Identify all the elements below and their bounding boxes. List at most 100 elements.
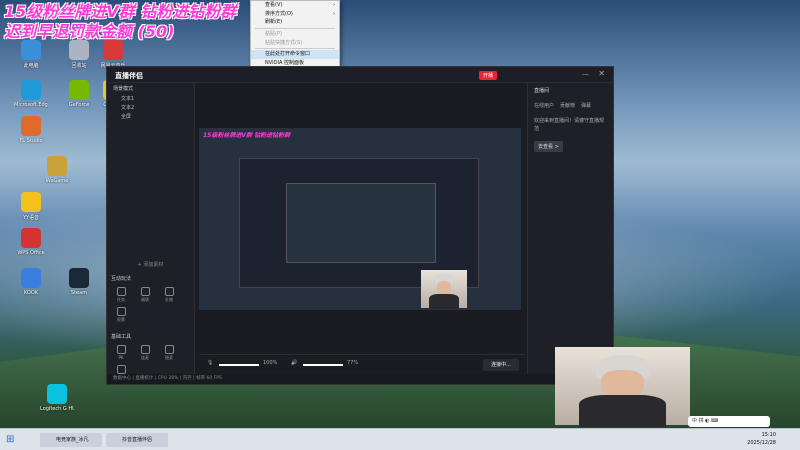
interaction-title: 互动玩法: [111, 276, 132, 282]
app-title: 直播伴侣: [115, 72, 143, 80]
tool-icon: [116, 307, 126, 316]
go-live-button[interactable]: 连接中...: [483, 359, 519, 371]
tool-button[interactable]: 任务: [111, 287, 131, 303]
tools-title: 基础工具: [111, 334, 132, 340]
bottom-controls: 🎙 100% 🔊 77% 连接中...: [199, 354, 525, 374]
start-button[interactable]: ⊞: [6, 434, 14, 445]
desktop-icon[interactable]: FL Studio: [14, 116, 48, 144]
tool-label: 连麦: [141, 355, 149, 360]
desktop-icon[interactable]: 网易云音乐: [96, 40, 130, 69]
desktop-icon[interactable]: GeForce: [62, 80, 96, 108]
app-icon: [69, 268, 89, 288]
right-panel-action[interactable]: 去查看 >: [534, 141, 563, 152]
task-live-companion[interactable]: 抖音直播伴侣: [106, 433, 168, 447]
app-icon: [21, 228, 41, 248]
volume-value: 100%: [263, 360, 278, 366]
clock-time: 15:10: [761, 432, 776, 438]
menu-item-label: 刷新(E): [265, 19, 283, 26]
tool-label: 福袋: [141, 297, 149, 302]
desktop-icon[interactable]: WeGame: [40, 156, 74, 184]
context-menu-item[interactable]: 粘贴快捷方式(S): [251, 39, 339, 48]
app-icon: [103, 40, 123, 60]
context-menu-item[interactable]: 排序方式(O) ›: [251, 10, 339, 19]
scene-source-item[interactable]: 文本1: [107, 95, 194, 104]
menu-item-label: 查看(V): [265, 2, 283, 8]
stream-preview[interactable]: 15级粉丝牌进V群 钻粉进钻粉群: [199, 128, 521, 310]
menu-separator: [255, 28, 335, 30]
scene-source-item[interactable]: 全屏: [107, 113, 194, 122]
preview-banner: 15级粉丝牌进V群 钻粉进钻粉群: [203, 132, 291, 139]
desktop-icon[interactable]: KOOK: [14, 268, 48, 296]
desktop-icon[interactable]: Logitech G HUB: [40, 384, 74, 412]
app-topbar: 直播伴侣 开播 — ✕: [107, 67, 613, 83]
menu-item-label: 在此处打开命令窗口: [265, 51, 311, 58]
desktop-icon-label: KOOK: [23, 290, 39, 296]
volume2-value: 77%: [347, 360, 359, 366]
tool-icon: [140, 345, 150, 354]
tool-button[interactable]: 福袋: [135, 287, 155, 303]
input-method-tray[interactable]: 中 拼 ◐ ⌨: [688, 416, 770, 427]
chevron-right-icon: ›: [333, 2, 335, 8]
tool-icon: [164, 345, 174, 354]
desktop-icon-label: FL Studio: [19, 138, 43, 144]
tool-icon: [116, 287, 126, 296]
right-panel: 直播间 在线用户 贡献榜 弹幕 欢迎来到直播间！请遵守直播规范 去查看 >: [527, 83, 613, 384]
context-menu-item[interactable]: 粘贴(P): [251, 30, 339, 39]
volume-slider[interactable]: [219, 364, 259, 366]
desktop-icon[interactable]: Steam: [62, 268, 96, 296]
right-panel-title: 直播间: [534, 88, 550, 94]
app-icon: [21, 80, 41, 100]
desktop-icon[interactable]: YY语音: [14, 192, 48, 221]
live-badge[interactable]: 开播: [479, 71, 498, 80]
desktop-icon-label: 回收站: [71, 63, 87, 69]
desktop-icon[interactable]: Microsoft Edge: [14, 80, 48, 108]
right-panel-notice: 欢迎来到直播间！请遵守直播规范: [534, 118, 605, 132]
preview-nested-window: [239, 158, 479, 288]
desktop-icon-label: Microsoft Edge: [14, 102, 48, 108]
tool-label: PK: [118, 355, 124, 360]
context-menu-item[interactable]: 刷新(E): [251, 18, 339, 27]
desktop-icon[interactable]: 回收站: [62, 40, 96, 69]
context-menu-item[interactable]: 查看(V) ›: [251, 1, 339, 10]
desktop-icon-label: WeGame: [45, 178, 69, 184]
tool-button[interactable]: 连麦: [135, 345, 155, 361]
scene-source-item[interactable]: 文本2: [107, 104, 194, 113]
tool-label: 任务: [117, 297, 125, 302]
desktop-icon[interactable]: 此电脑: [14, 40, 48, 69]
clock-date: 2025/12/28: [747, 440, 776, 446]
right-panel-tab[interactable]: 弹幕: [581, 102, 591, 109]
scene-panel: 场景模式 文本1 文本2 全屏 + 添加素材 互动玩法 任务 福袋 礼物 投票 基础工具 …: [107, 83, 195, 384]
tool-icon: [116, 365, 126, 374]
app-icon: [21, 268, 41, 288]
task-browser[interactable]: 电竞家族_冰凡（直...: [40, 433, 102, 447]
add-material-button[interactable]: + 添加素材: [107, 261, 194, 268]
right-panel-tab[interactable]: 在线用户: [534, 102, 554, 109]
scene-header[interactable]: 场景模式: [107, 83, 194, 95]
right-panel-tab[interactable]: 贡献榜: [560, 102, 575, 109]
minimize-icon[interactable]: —: [582, 70, 589, 78]
mic-icon[interactable]: 🎙: [207, 360, 213, 366]
menu-item-label: 粘贴(P): [265, 31, 282, 38]
tool-button[interactable]: 抽奖: [159, 345, 179, 361]
desktop-icon-label: 此电脑: [23, 63, 39, 69]
close-icon[interactable]: ✕: [598, 69, 605, 78]
app-icon: [47, 384, 67, 404]
desktop-icon-label: GeForce: [68, 102, 90, 108]
context-menu-item[interactable]: 在此处打开命令窗口: [251, 50, 339, 60]
speaker-icon[interactable]: 🔊: [291, 360, 297, 366]
tool-icon: [140, 287, 150, 296]
app-icon: [21, 192, 41, 212]
menu-separator: [255, 48, 335, 50]
preview-webcam: [421, 270, 467, 309]
volume2-slider[interactable]: [303, 364, 343, 366]
menu-item-label: 排序方式(O): [265, 10, 293, 17]
clock[interactable]: 15:10 2025/12/28: [747, 431, 776, 447]
tool-icon: [116, 345, 126, 354]
tool-button[interactable]: 礼物: [159, 287, 179, 303]
desktop-icon-label: Logitech G HUB: [40, 406, 74, 412]
tool-button[interactable]: PK: [111, 345, 131, 360]
menu-item-label: 粘贴快捷方式(S): [265, 39, 303, 46]
webcam-overlay: [555, 347, 690, 427]
desktop-icon[interactable]: WPS Office: [14, 228, 48, 256]
tool-button[interactable]: 投票: [111, 307, 131, 323]
